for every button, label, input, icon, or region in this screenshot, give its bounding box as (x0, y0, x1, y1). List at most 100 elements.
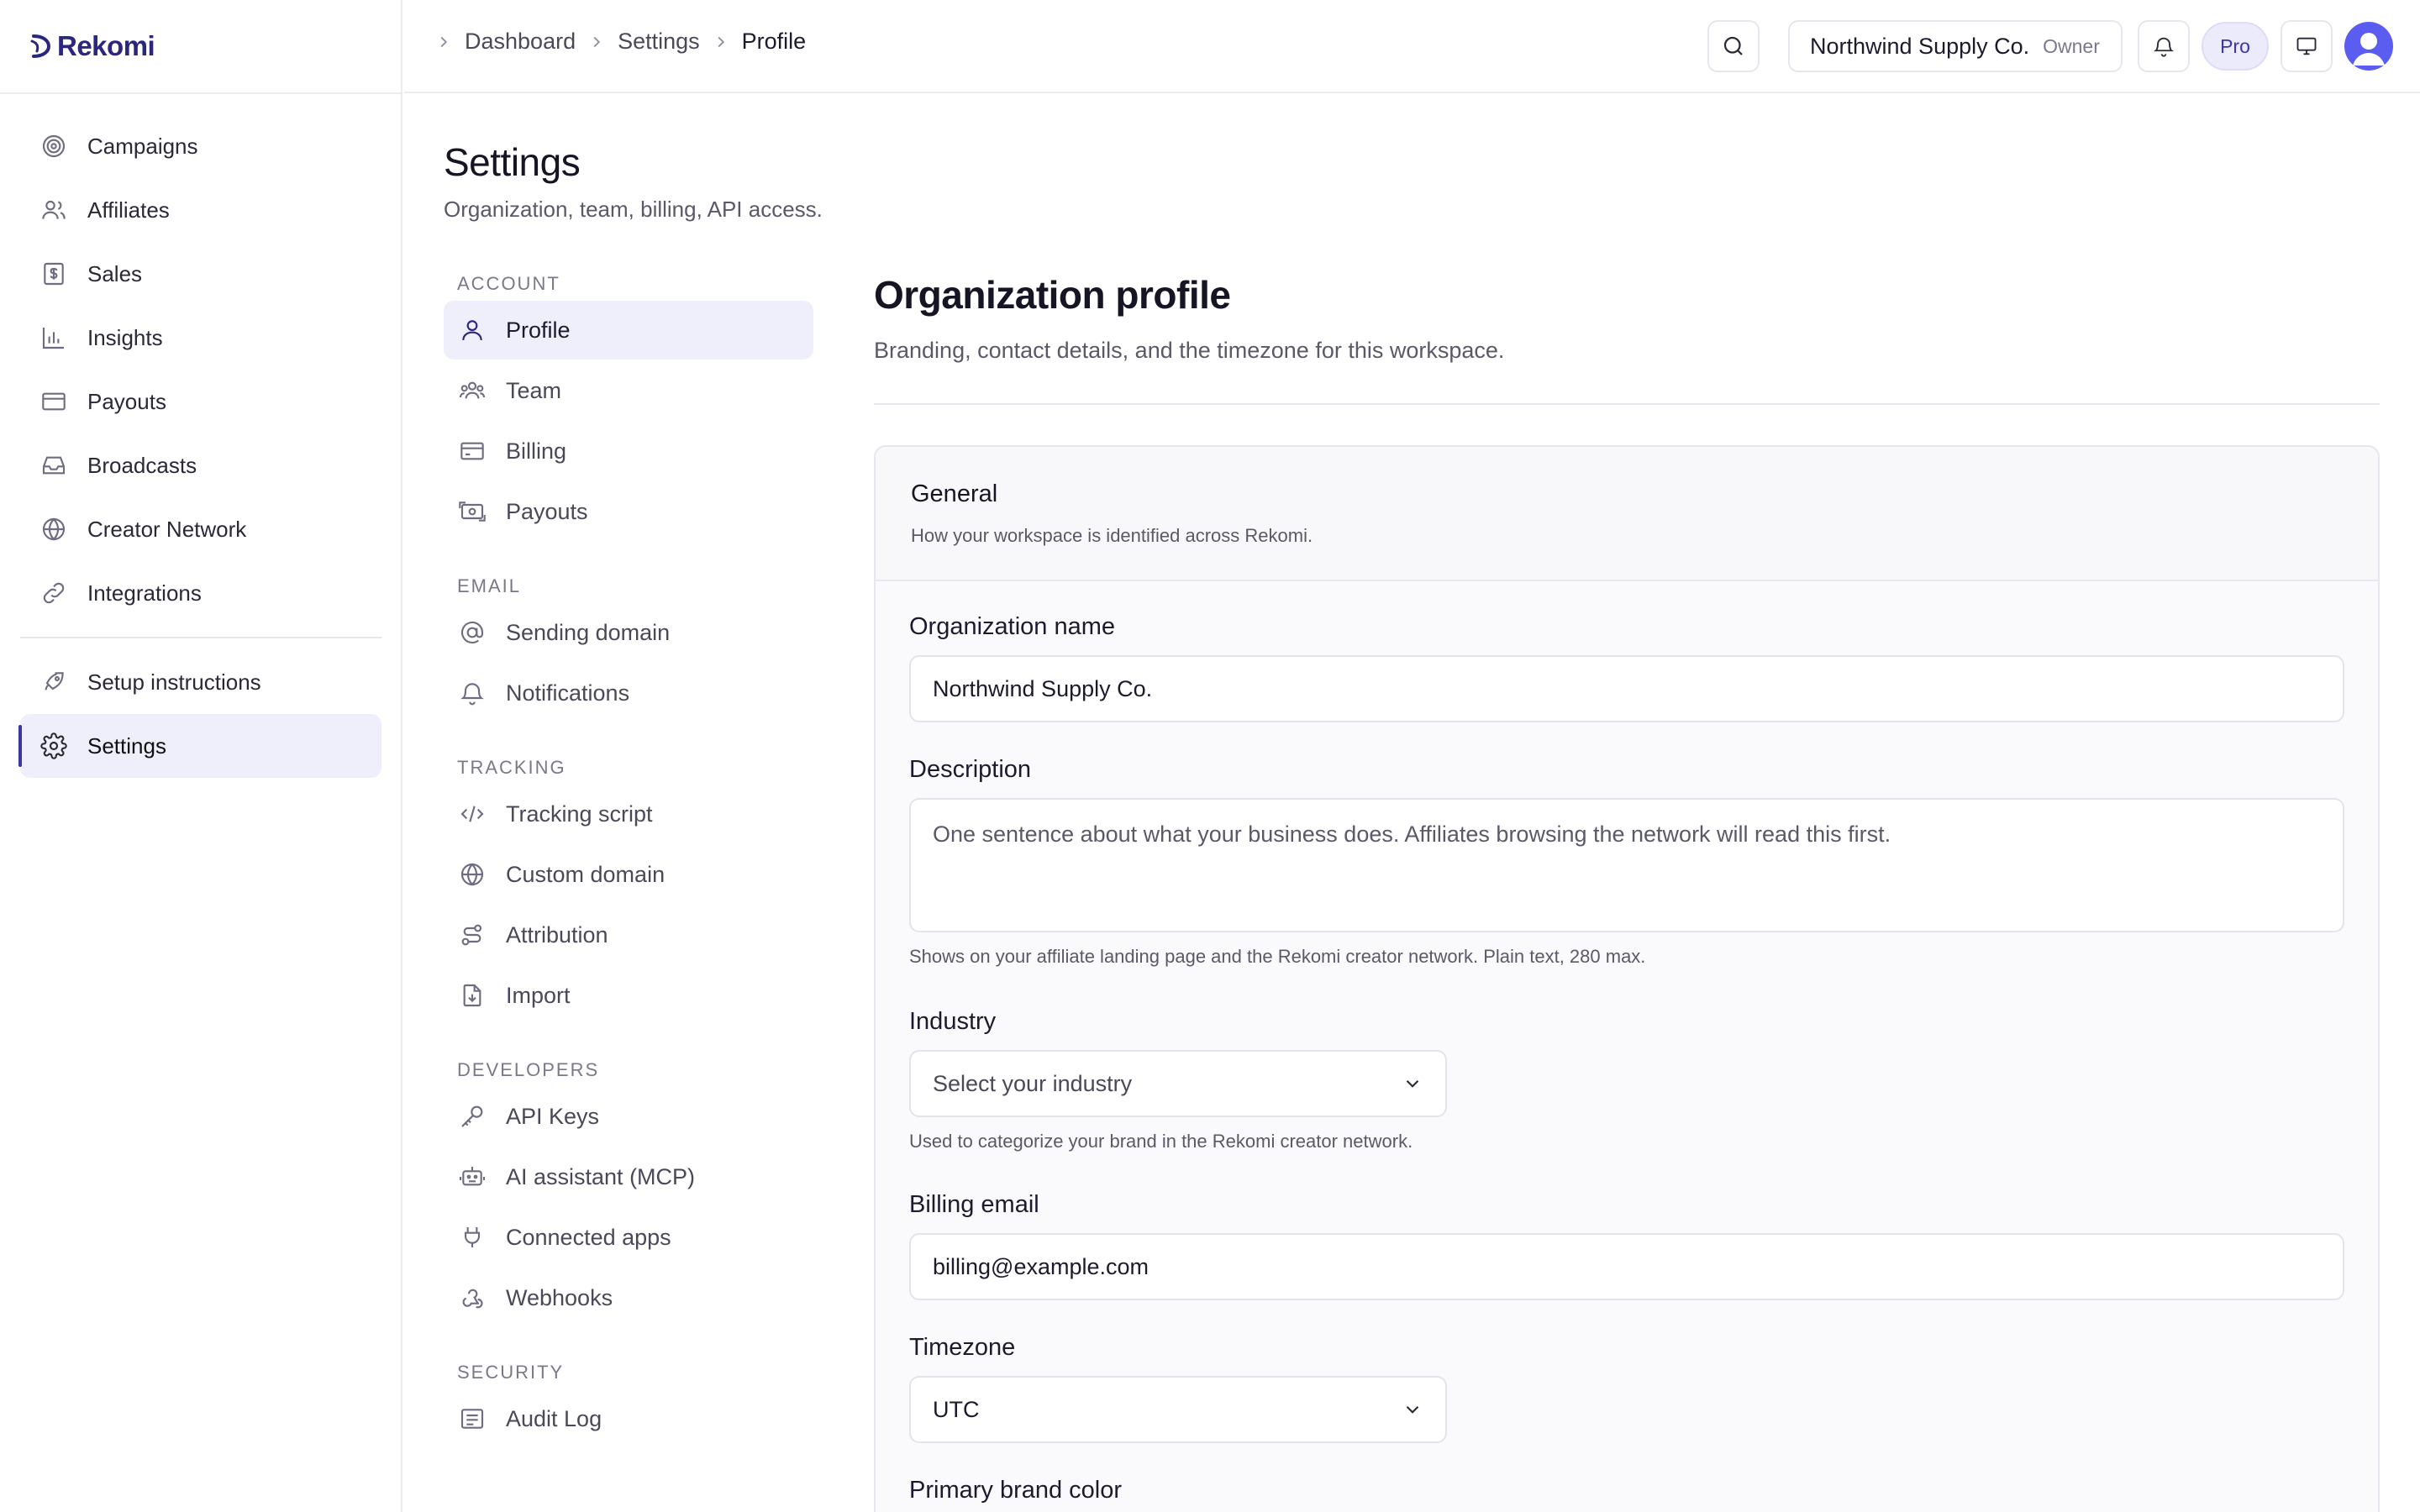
breadcrumb-settings[interactable]: Settings (618, 29, 700, 55)
sidebar-item-label: Settings (87, 732, 166, 759)
avatar[interactable] (2344, 22, 2393, 71)
bell-icon (2152, 34, 2175, 58)
org-name-input[interactable]: Northwind Supply Co. (909, 655, 2344, 722)
team-icon (457, 375, 487, 406)
billing-email-input[interactable]: billing@example.com (909, 1233, 2344, 1300)
breadcrumb: Dashboard Settings Profile (434, 29, 806, 55)
nav-heading-developers: DEVELOPERS (457, 1059, 600, 1080)
card-subtitle: How your workspace is identified across … (911, 525, 1313, 546)
settings-item-tracking-script[interactable]: Tracking script (444, 785, 813, 843)
settings-item-billing[interactable]: Billing (444, 422, 813, 480)
timezone-select[interactable]: UTC (909, 1376, 1447, 1443)
chevron-right-icon (712, 33, 730, 51)
settings-item-attribution[interactable]: Attribution (444, 906, 813, 964)
bell-icon (457, 678, 487, 708)
settings-item-label: Audit Log (506, 1405, 602, 1431)
settings-item-profile[interactable]: Profile (444, 301, 813, 360)
settings-item-audit-log[interactable]: Audit Log (444, 1389, 813, 1448)
org-name: Northwind Supply Co. (1810, 33, 2030, 59)
receipt-icon (39, 259, 69, 289)
sidebar-item-broadcasts[interactable]: Broadcasts (20, 433, 381, 497)
sidebar-item-integrations[interactable]: Integrations (20, 561, 381, 625)
settings-item-label: Tracking script (506, 801, 653, 827)
settings-item-connected-apps[interactable]: Connected apps (444, 1208, 813, 1267)
breadcrumb-dashboard[interactable]: Dashboard (465, 29, 576, 55)
nav-heading-account: ACCOUNT (457, 273, 560, 294)
industry-select[interactable]: Select your industry (909, 1050, 1447, 1117)
settings-item-sending-domain[interactable]: Sending domain (444, 603, 813, 662)
settings-item-team[interactable]: Team (444, 361, 813, 420)
org-switcher[interactable]: Northwind Supply Co. Owner (1788, 20, 2123, 72)
rocket-icon (39, 667, 69, 697)
settings-item-webhooks[interactable]: Webhooks (444, 1268, 813, 1327)
plan-badge[interactable]: Pro (2202, 22, 2269, 71)
key-icon (457, 1101, 487, 1131)
settings-item-payouts[interactable]: Payouts (444, 482, 813, 541)
divider (874, 403, 2380, 405)
sidebar-item-label: Setup instructions (87, 669, 261, 695)
credit-card-icon (39, 386, 69, 417)
settings-item-notifications[interactable]: Notifications (444, 664, 813, 722)
monitor-icon (2295, 34, 2318, 58)
settings-item-label: Team (506, 377, 562, 403)
settings-item-custom-domain[interactable]: Custom domain (444, 845, 813, 904)
settings-item-label: Profile (506, 317, 571, 343)
sidebar-item-campaigns[interactable]: Campaigns (20, 114, 381, 178)
card-title: General (911, 480, 998, 507)
user-avatar-icon (2353, 33, 2385, 66)
nav-heading-tracking: TRACKING (457, 757, 566, 778)
sidebar-item-label: Creator Network (87, 516, 247, 542)
chevron-down-icon (1402, 1073, 1423, 1095)
settings-item-label: Connected apps (506, 1224, 671, 1250)
sidebar-item-sales[interactable]: Sales (20, 242, 381, 306)
industry-help: Used to categorize your brand in the Rek… (909, 1131, 1413, 1152)
sidebar-item-label: Payouts (87, 388, 166, 414)
target-icon (39, 131, 69, 161)
at-icon (457, 617, 487, 648)
file-import-icon (457, 980, 487, 1011)
industry-value: Select your industry (933, 1070, 1133, 1096)
sidebar-item-creator-network[interactable]: Creator Network (20, 497, 381, 561)
settings-item-label: Attribution (506, 921, 608, 948)
user-icon (457, 315, 487, 345)
settings-item-api-keys[interactable]: API Keys (444, 1087, 813, 1146)
brand-name: Rekomi (57, 30, 155, 61)
chevron-right-icon (434, 33, 453, 51)
inbox-icon (39, 450, 69, 480)
log-icon (457, 1404, 487, 1434)
timezone-label: Timezone (909, 1334, 1016, 1361)
sidebar-item-label: Campaigns (87, 133, 198, 159)
page-subtitle: Organization, team, billing, API access. (444, 197, 823, 222)
brand-color-label: Primary brand color (909, 1477, 1123, 1504)
sidebar-item-affiliates[interactable]: Affiliates (20, 178, 381, 242)
settings-item-label: API Keys (506, 1103, 600, 1129)
settings-item-import[interactable]: Import (444, 966, 813, 1025)
settings-nav: ACCOUNT Profile Team Billing Payouts EMA… (444, 267, 813, 1450)
code-icon (457, 799, 487, 829)
sidebar-item-setup-instructions[interactable]: Setup instructions (20, 650, 381, 714)
bar-chart-icon (39, 323, 69, 353)
display-button[interactable] (2281, 20, 2333, 72)
sidebar-item-settings[interactable]: Settings (20, 714, 381, 778)
settings-item-ai-assistant[interactable]: AI assistant (MCP) (444, 1147, 813, 1206)
general-card: General How your workspace is identified… (874, 445, 2380, 1512)
description-textarea[interactable]: One sentence about what your business do… (909, 798, 2344, 932)
sidebar-item-label: Broadcasts (87, 452, 197, 478)
money-icon (457, 496, 487, 527)
nav-heading-security: SECURITY (457, 1362, 565, 1383)
sidebar-item-label: Integrations (87, 580, 202, 606)
settings-item-label: Import (506, 982, 571, 1008)
gear-icon (39, 731, 69, 761)
sidebar-item-payouts[interactable]: Payouts (20, 370, 381, 433)
brand-logo[interactable]: Rekomi (29, 29, 155, 64)
rekomi-logo-icon (30, 34, 51, 58)
section-title: Organization profile (874, 273, 1231, 317)
search-button[interactable] (1707, 20, 1760, 72)
billing-email-label: Billing email (909, 1191, 1039, 1218)
notifications-button[interactable] (2138, 20, 2190, 72)
sidebar-item-insights[interactable]: Insights (20, 306, 381, 370)
sidebar-item-label: Insights (87, 324, 163, 350)
